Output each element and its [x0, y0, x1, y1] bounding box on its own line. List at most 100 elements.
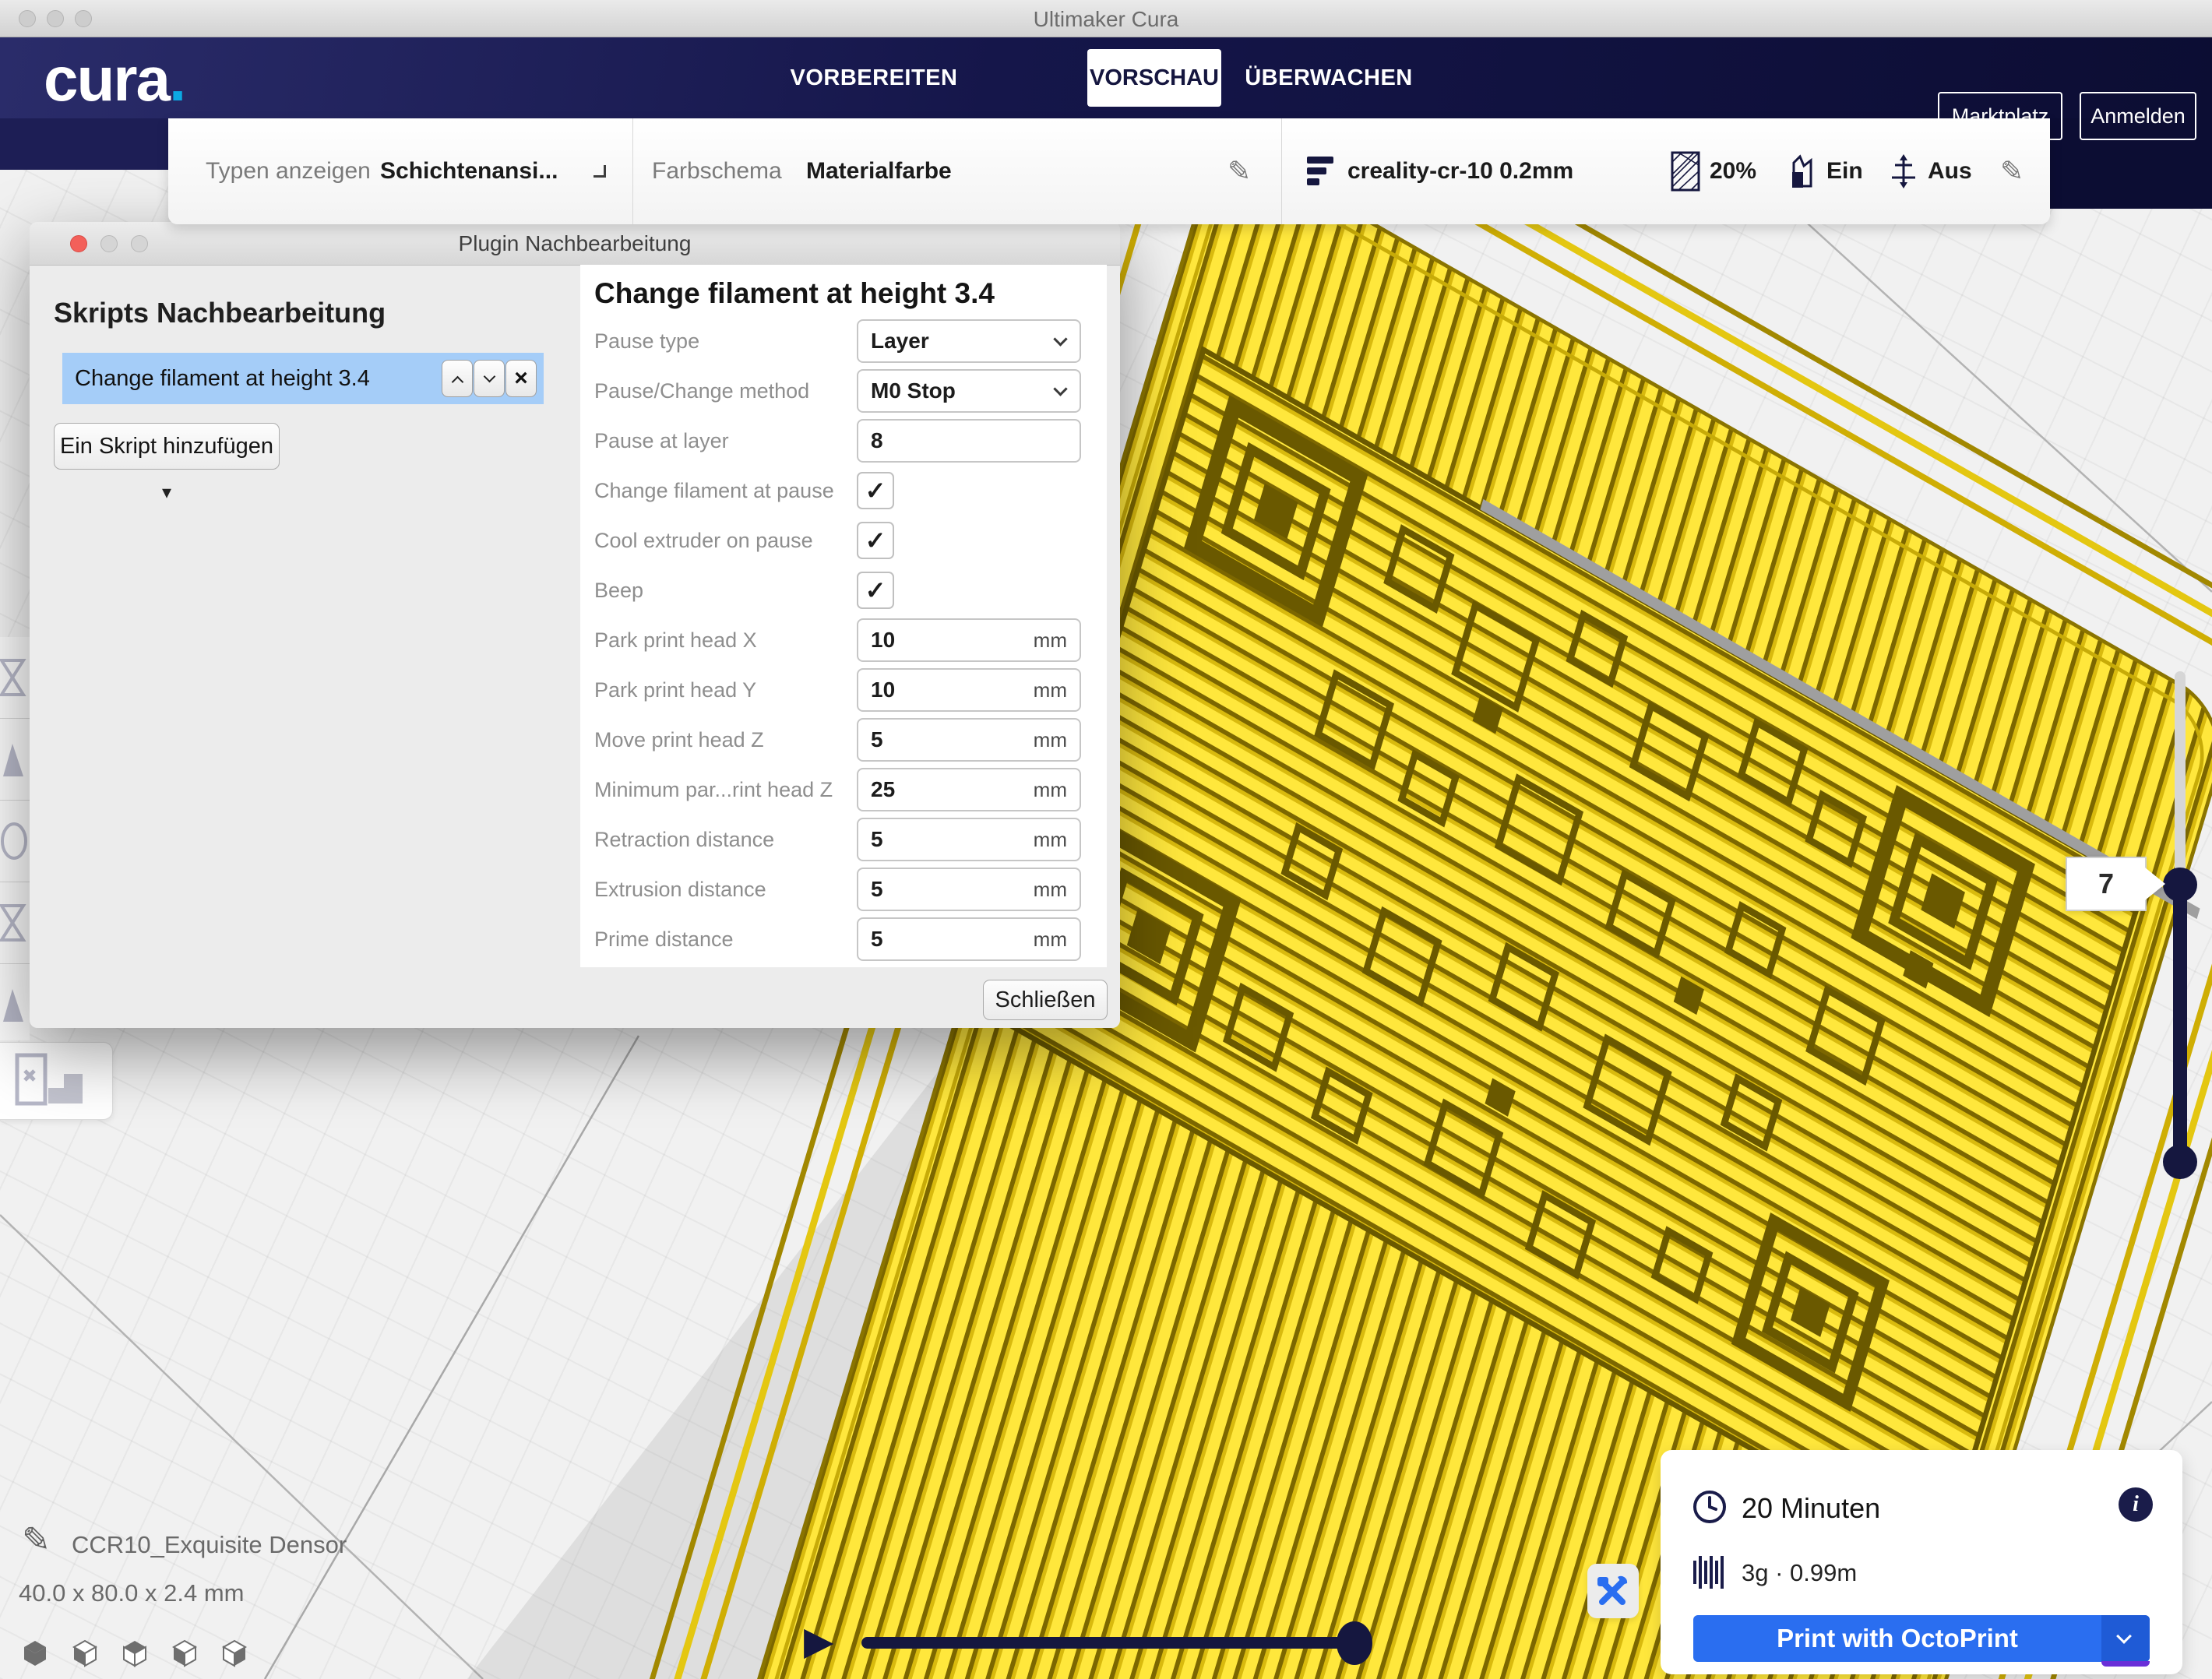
header-left-block: [0, 118, 168, 170]
tool-cell[interactable]: [0, 801, 30, 882]
print-time: 20 Minuten: [1742, 1492, 1880, 1525]
field-row-move-z: Move print head Z 5 mm: [580, 718, 1107, 762]
unit-label: mm: [1034, 620, 1067, 660]
field-label: Pause at layer: [594, 419, 729, 463]
edit-print-settings-icon[interactable]: ✎: [2000, 155, 2024, 188]
chevron-down-icon: [2116, 1628, 2132, 1644]
input-value: 10: [871, 620, 895, 660]
print-with-octoprint-button[interactable]: Print with OctoPrint: [1693, 1615, 2150, 1662]
tab-vorschau[interactable]: VORSCHAU: [1087, 49, 1221, 107]
prime-distance-input[interactable]: 5 mm: [857, 917, 1081, 961]
field-row-beep: Beep ✓: [580, 568, 1107, 612]
input-value: 8: [871, 421, 883, 461]
move-script-up-button[interactable]: [442, 360, 473, 397]
field-label: Prime distance: [594, 917, 734, 961]
input-value: 5: [871, 919, 883, 959]
path-slider-track[interactable]: [861, 1637, 1361, 1649]
view-left-button[interactable]: [170, 1639, 199, 1668]
layers-icon: [1307, 157, 1335, 186]
camera-view-buttons: [20, 1639, 249, 1668]
park-y-input[interactable]: 10 mm: [857, 668, 1081, 712]
view-type-dropdown[interactable]: Schichtenansi...: [380, 118, 558, 224]
input-value: 5: [871, 720, 883, 760]
tool-cell[interactable]: [0, 637, 30, 719]
cool-extruder-checkbox[interactable]: ✓: [857, 522, 894, 559]
move-script-down-button[interactable]: [474, 360, 505, 397]
beep-checkbox[interactable]: ✓: [857, 572, 894, 609]
material-usage: 3g · 0.99m: [1742, 1559, 1857, 1587]
model-name: CCR10_Exquisite Densor: [72, 1531, 347, 1559]
minimum-park-z-input[interactable]: 25 mm: [857, 768, 1081, 811]
material-usage-icon: [1693, 1554, 1731, 1592]
select-value: Layer: [871, 321, 929, 361]
view-right-button[interactable]: [220, 1639, 249, 1668]
field-label: Move print head Z: [594, 718, 764, 762]
color-scheme-label: Farbschema: [652, 118, 782, 224]
view-3d-button[interactable]: [20, 1639, 50, 1668]
field-row-extrusion: Extrusion distance 5 mm: [580, 868, 1107, 911]
chevron-down-icon: [1053, 332, 1067, 346]
pause-at-layer-input[interactable]: 8: [857, 419, 1081, 463]
field-row-change-filament: Change filament at pause ✓: [580, 469, 1107, 512]
adhesion-value: Aus: [1928, 118, 1972, 224]
park-x-input[interactable]: 10 mm: [857, 618, 1081, 662]
field-label: Minimum par...rint head Z: [594, 768, 833, 811]
layer-slider-upper-handle[interactable]: [2163, 868, 2197, 902]
retraction-distance-input[interactable]: 5 mm: [857, 818, 1081, 861]
layer-slider-range: [2173, 885, 2187, 1162]
move-z-input[interactable]: 5 mm: [857, 718, 1081, 762]
edit-color-scheme-icon[interactable]: ✎: [1228, 155, 1251, 188]
tool-cell[interactable]: [0, 719, 30, 801]
print-settings-tool-button[interactable]: [1587, 1564, 1639, 1618]
macos-titlebar: Ultimaker Cura: [0, 0, 2212, 37]
printer-profile-button[interactable]: creality-cr-10 0.2mm: [1347, 118, 1573, 224]
unit-label: mm: [1034, 919, 1067, 959]
selected-script-row[interactable]: Change filament at height 3.4 ×: [62, 353, 544, 404]
color-scheme-dropdown[interactable]: Materialfarbe: [806, 118, 952, 224]
chevron-down-icon: [1053, 382, 1067, 396]
field-row-pause-at-layer: Pause at layer 8: [580, 419, 1107, 463]
extrusion-distance-input[interactable]: 5 mm: [857, 868, 1081, 911]
script-settings-panel: Change filament at height 3.4 Pause type…: [580, 265, 1107, 967]
print-button-accent: [2101, 1661, 2150, 1667]
tab-ueberwachen[interactable]: ÜBERWACHEN: [1243, 37, 1414, 118]
tool-cell[interactable]: [0, 964, 30, 1040]
pause-type-select[interactable]: Layer: [857, 319, 1081, 363]
tool-cell[interactable]: [0, 882, 30, 964]
remove-script-button[interactable]: ×: [505, 360, 537, 397]
field-row-cool-extruder: Cool extruder on pause ✓: [580, 519, 1107, 562]
close-dialog-button[interactable]: Schließen: [983, 980, 1108, 1020]
input-value: 5: [871, 869, 883, 910]
model-dimensions: 40.0 x 80.0 x 2.4 mm: [19, 1579, 244, 1607]
clock-icon: [1692, 1489, 1729, 1526]
dialog-titlebar[interactable]: Plugin Nachbearbeitung: [30, 222, 1120, 266]
infill-icon: [1671, 151, 1700, 192]
play-button[interactable]: ▶: [804, 1618, 833, 1663]
collapse-view-settings-icon[interactable]: [594, 165, 606, 178]
pause-method-select[interactable]: M0 Stop: [857, 369, 1081, 413]
post-processing-dialog: Plugin Nachbearbeitung Skripts Nachbearb…: [30, 222, 1120, 1028]
field-row-prime: Prime distance 5 mm: [580, 917, 1107, 961]
signin-button[interactable]: Anmelden: [2080, 92, 2196, 140]
selected-script-label: Change filament at height 3.4: [75, 353, 370, 404]
select-value: M0 Stop: [871, 371, 956, 411]
layer-indicator-flag: 7: [2066, 857, 2147, 911]
infill-value: 20%: [1710, 118, 1756, 224]
change-filament-checkbox[interactable]: ✓: [857, 472, 894, 509]
toolbar-divider: [1281, 118, 1282, 224]
cura-logo-dot: .: [169, 44, 185, 114]
chevron-up-icon: [451, 376, 463, 389]
tab-vorbereiten[interactable]: VORBEREITEN: [788, 37, 960, 118]
view-top-button[interactable]: [120, 1639, 150, 1668]
rename-model-icon[interactable]: ✎: [22, 1520, 51, 1560]
input-value: 25: [871, 769, 895, 810]
field-row-min-z: Minimum par...rint head Z 25 mm: [580, 768, 1107, 811]
layer-slider-lower-handle[interactable]: [2163, 1145, 2197, 1179]
print-options-dropdown[interactable]: [2101, 1615, 2150, 1662]
add-script-dropdown[interactable]: Ein Skript hinzufügen ▾: [54, 423, 280, 470]
support-blocker-tool[interactable]: [0, 1042, 113, 1120]
wrench-hammer-icon: [1596, 1574, 1630, 1608]
path-slider-handle[interactable]: [1337, 1621, 1372, 1665]
view-front-button[interactable]: [70, 1639, 100, 1668]
info-icon[interactable]: i: [2119, 1487, 2153, 1522]
